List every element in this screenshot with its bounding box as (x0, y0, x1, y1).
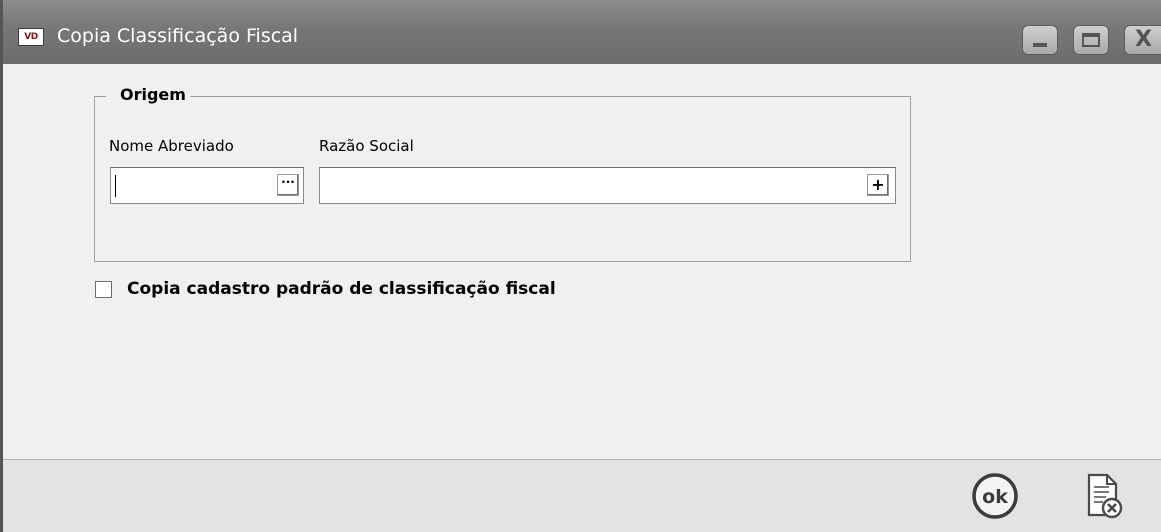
app-icon: VD (18, 28, 44, 46)
minimize-icon (1033, 43, 1047, 47)
ok-label: ok (982, 486, 1008, 508)
origem-legend: Origem (106, 84, 190, 106)
ok-button[interactable]: ok (970, 471, 1020, 521)
cancel-button[interactable] (1081, 471, 1127, 523)
dialog-window: VD Copia Classificação Fiscal X Origem N… (0, 0, 1161, 532)
maximize-icon (1082, 33, 1100, 47)
nome-abreviado-field[interactable]: ··· (110, 167, 304, 204)
ok-circle-icon: ok (972, 473, 1018, 519)
title-bar[interactable]: VD Copia Classificação Fiscal X (3, 0, 1161, 64)
window-title: Copia Classificação Fiscal (57, 25, 299, 47)
minimize-button[interactable] (1022, 25, 1058, 55)
maximize-button[interactable] (1073, 25, 1109, 55)
close-icon: X (1135, 27, 1152, 52)
document-cancel-icon (1087, 473, 1123, 519)
razao-social-label: Razão Social (319, 137, 414, 155)
nome-abreviado-input[interactable] (116, 172, 266, 198)
add-button[interactable]: + (867, 174, 889, 196)
lookup-button[interactable]: ··· (277, 174, 299, 196)
copia-padrao-checkbox[interactable] (95, 281, 112, 298)
copia-padrao-label[interactable]: Copia cadastro padrão de classificação f… (127, 277, 556, 301)
razao-social-field[interactable]: + (319, 167, 896, 204)
nome-abreviado-label: Nome Abreviado (109, 137, 234, 155)
close-button[interactable]: X (1124, 25, 1161, 55)
razao-social-input[interactable] (325, 172, 855, 198)
